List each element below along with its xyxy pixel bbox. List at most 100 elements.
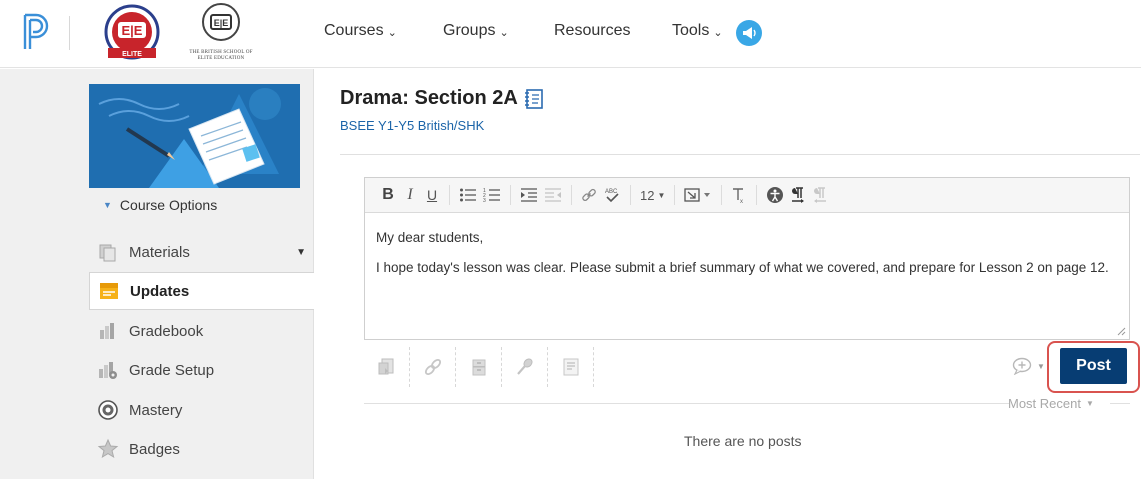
chevron-down-icon: ⌄	[713, 26, 723, 39]
attach-link-button[interactable]	[410, 347, 456, 387]
comment-add-icon	[1012, 357, 1032, 375]
caret-down-icon: ▼	[1037, 361, 1045, 371]
mastery-icon	[97, 399, 119, 421]
sidebar-item-label: Grade Setup	[129, 361, 215, 379]
sidebar-item-label: Mastery	[129, 401, 183, 419]
paragraph-ltr-icon[interactable]	[787, 183, 809, 207]
school-crest-logo: E|E	[201, 2, 241, 42]
outdent-icon[interactable]	[541, 183, 565, 207]
sidebar-item-mastery[interactable]: Mastery	[89, 391, 314, 429]
attach-poll-button[interactable]	[548, 347, 594, 387]
chevron-down-icon: ⌄	[387, 26, 397, 39]
underline-button[interactable]: U	[421, 183, 443, 207]
toolbar-divider	[571, 185, 572, 205]
insert-content-icon[interactable]	[681, 183, 715, 207]
font-size-select[interactable]: 12 ▼	[637, 183, 668, 207]
nav-tools[interactable]: Tools ⌄	[672, 22, 723, 40]
chevron-down-icon: ⌄	[499, 26, 509, 39]
indent-icon[interactable]	[517, 183, 541, 207]
toolbar-divider	[449, 185, 450, 205]
resize-handle-icon[interactable]	[1116, 326, 1126, 336]
sidebar-item-label: Badges	[129, 440, 180, 458]
clear-formatting-icon[interactable]: x	[728, 183, 750, 207]
top-navigation-bar: E|E ELITE E|E THE BRITISH SCHOOL OF ELIT…	[0, 0, 1141, 68]
nav-courses[interactable]: Courses ⌄	[324, 22, 397, 40]
attach-record-button[interactable]	[502, 347, 548, 387]
toolbar-divider	[756, 185, 758, 205]
divider	[1110, 403, 1130, 404]
sidebar-item-label: Updates	[130, 282, 190, 300]
toolbar-divider	[630, 185, 631, 205]
link-icon	[424, 358, 441, 376]
caret-down-icon: ▼	[1085, 399, 1094, 408]
sidebar-item-materials[interactable]: Materials ▼	[89, 233, 314, 271]
svg-text:x: x	[740, 199, 743, 204]
school-crest-caption: THE BRITISH SCHOOL OF ELITE EDUCATION	[189, 50, 253, 61]
nav-groups[interactable]: Groups ⌄	[443, 22, 509, 40]
nav-resources[interactable]: Resources	[554, 22, 630, 40]
nav-tools-label: Tools	[672, 22, 710, 39]
editor-paragraph: My dear students,	[376, 230, 484, 245]
svg-text:E|E: E|E	[122, 23, 143, 38]
link-icon[interactable]	[578, 183, 600, 207]
paragraph-rtl-icon[interactable]	[809, 183, 831, 207]
svg-text:ELITE: ELITE	[122, 51, 142, 58]
sort-select-label: Most Recent	[1008, 396, 1081, 411]
italic-button[interactable]: I	[399, 183, 421, 207]
sidebar-item-gradebook[interactable]: Gradebook	[89, 312, 314, 350]
bold-button[interactable]: B	[377, 183, 399, 207]
post-button[interactable]: Post	[1060, 348, 1127, 384]
sidebar-item-badges[interactable]: Badges	[89, 430, 314, 468]
toolbar-divider	[510, 185, 511, 205]
course-options-toggle[interactable]: ▼ Course Options	[103, 197, 217, 213]
sidebar-item-label: Materials	[129, 243, 190, 261]
microphone-icon	[516, 358, 533, 375]
logo-divider	[69, 16, 70, 50]
caret-down-icon: ▼	[657, 190, 666, 200]
bulleted-list-icon[interactable]	[456, 183, 480, 207]
updates-icon	[98, 280, 120, 302]
nav-groups-label: Groups	[443, 22, 496, 39]
nav-courses-label: Courses	[324, 22, 384, 39]
update-editor: B I U 123 ABC 12 ▼ x My dear students, I…	[364, 177, 1130, 340]
editor-content[interactable]: My dear students, I hope today's lesson …	[365, 213, 1129, 292]
badges-icon	[97, 438, 119, 460]
course-options-label: Course Options	[119, 197, 218, 213]
sort-select[interactable]: Most Recent ▼	[1008, 396, 1094, 411]
sidebar-item-updates[interactable]: Updates	[89, 272, 314, 310]
attachment-toolbar	[364, 345, 594, 389]
comment-settings-toggle[interactable]: ▼	[1012, 357, 1045, 375]
resource-drawer-icon	[472, 359, 485, 376]
svg-text:E|E: E|E	[214, 18, 229, 28]
page-title: Drama: Section 2A	[340, 87, 544, 110]
accessibility-icon[interactable]	[763, 183, 787, 207]
caret-down-icon[interactable]: ▼	[296, 247, 306, 258]
materials-icon	[97, 241, 119, 263]
sidebar-item-label: Gradebook	[129, 322, 204, 340]
divider	[364, 403, 1009, 404]
file-icon	[378, 358, 393, 375]
numbered-list-icon[interactable]: 123	[480, 183, 504, 207]
editor-toolbar: B I U 123 ABC 12 ▼ x	[365, 178, 1129, 213]
page-title-text: Drama: Section 2A	[340, 87, 518, 109]
course-notebook-icon[interactable]	[524, 88, 544, 110]
divider	[340, 154, 1140, 155]
poll-icon	[563, 358, 578, 376]
schoology-logo-icon[interactable]	[20, 12, 54, 52]
gradebook-icon	[97, 320, 119, 342]
megaphone-icon[interactable]	[736, 20, 762, 46]
nav-resources-label: Resources	[554, 22, 631, 39]
sidebar-item-grade-setup[interactable]: Grade Setup	[89, 351, 314, 389]
course-banner-image	[89, 84, 300, 188]
spellcheck-icon[interactable]: ABC	[600, 183, 624, 207]
font-size-value: 12	[640, 187, 655, 203]
attach-resource-button[interactable]	[456, 347, 502, 387]
svg-text:ABC: ABC	[605, 189, 618, 195]
svg-text:3: 3	[483, 198, 486, 203]
school-elite-badge-logo: E|E ELITE	[104, 4, 160, 60]
course-sidebar: ▼ Course Options Materials ▼ Updates Gra…	[0, 69, 314, 479]
course-section-link[interactable]: BSEE Y1-Y5 British/SHK	[340, 118, 484, 133]
toolbar-divider	[674, 185, 676, 205]
caret-down-icon: ▼	[103, 200, 112, 210]
attach-file-button[interactable]	[364, 347, 410, 387]
